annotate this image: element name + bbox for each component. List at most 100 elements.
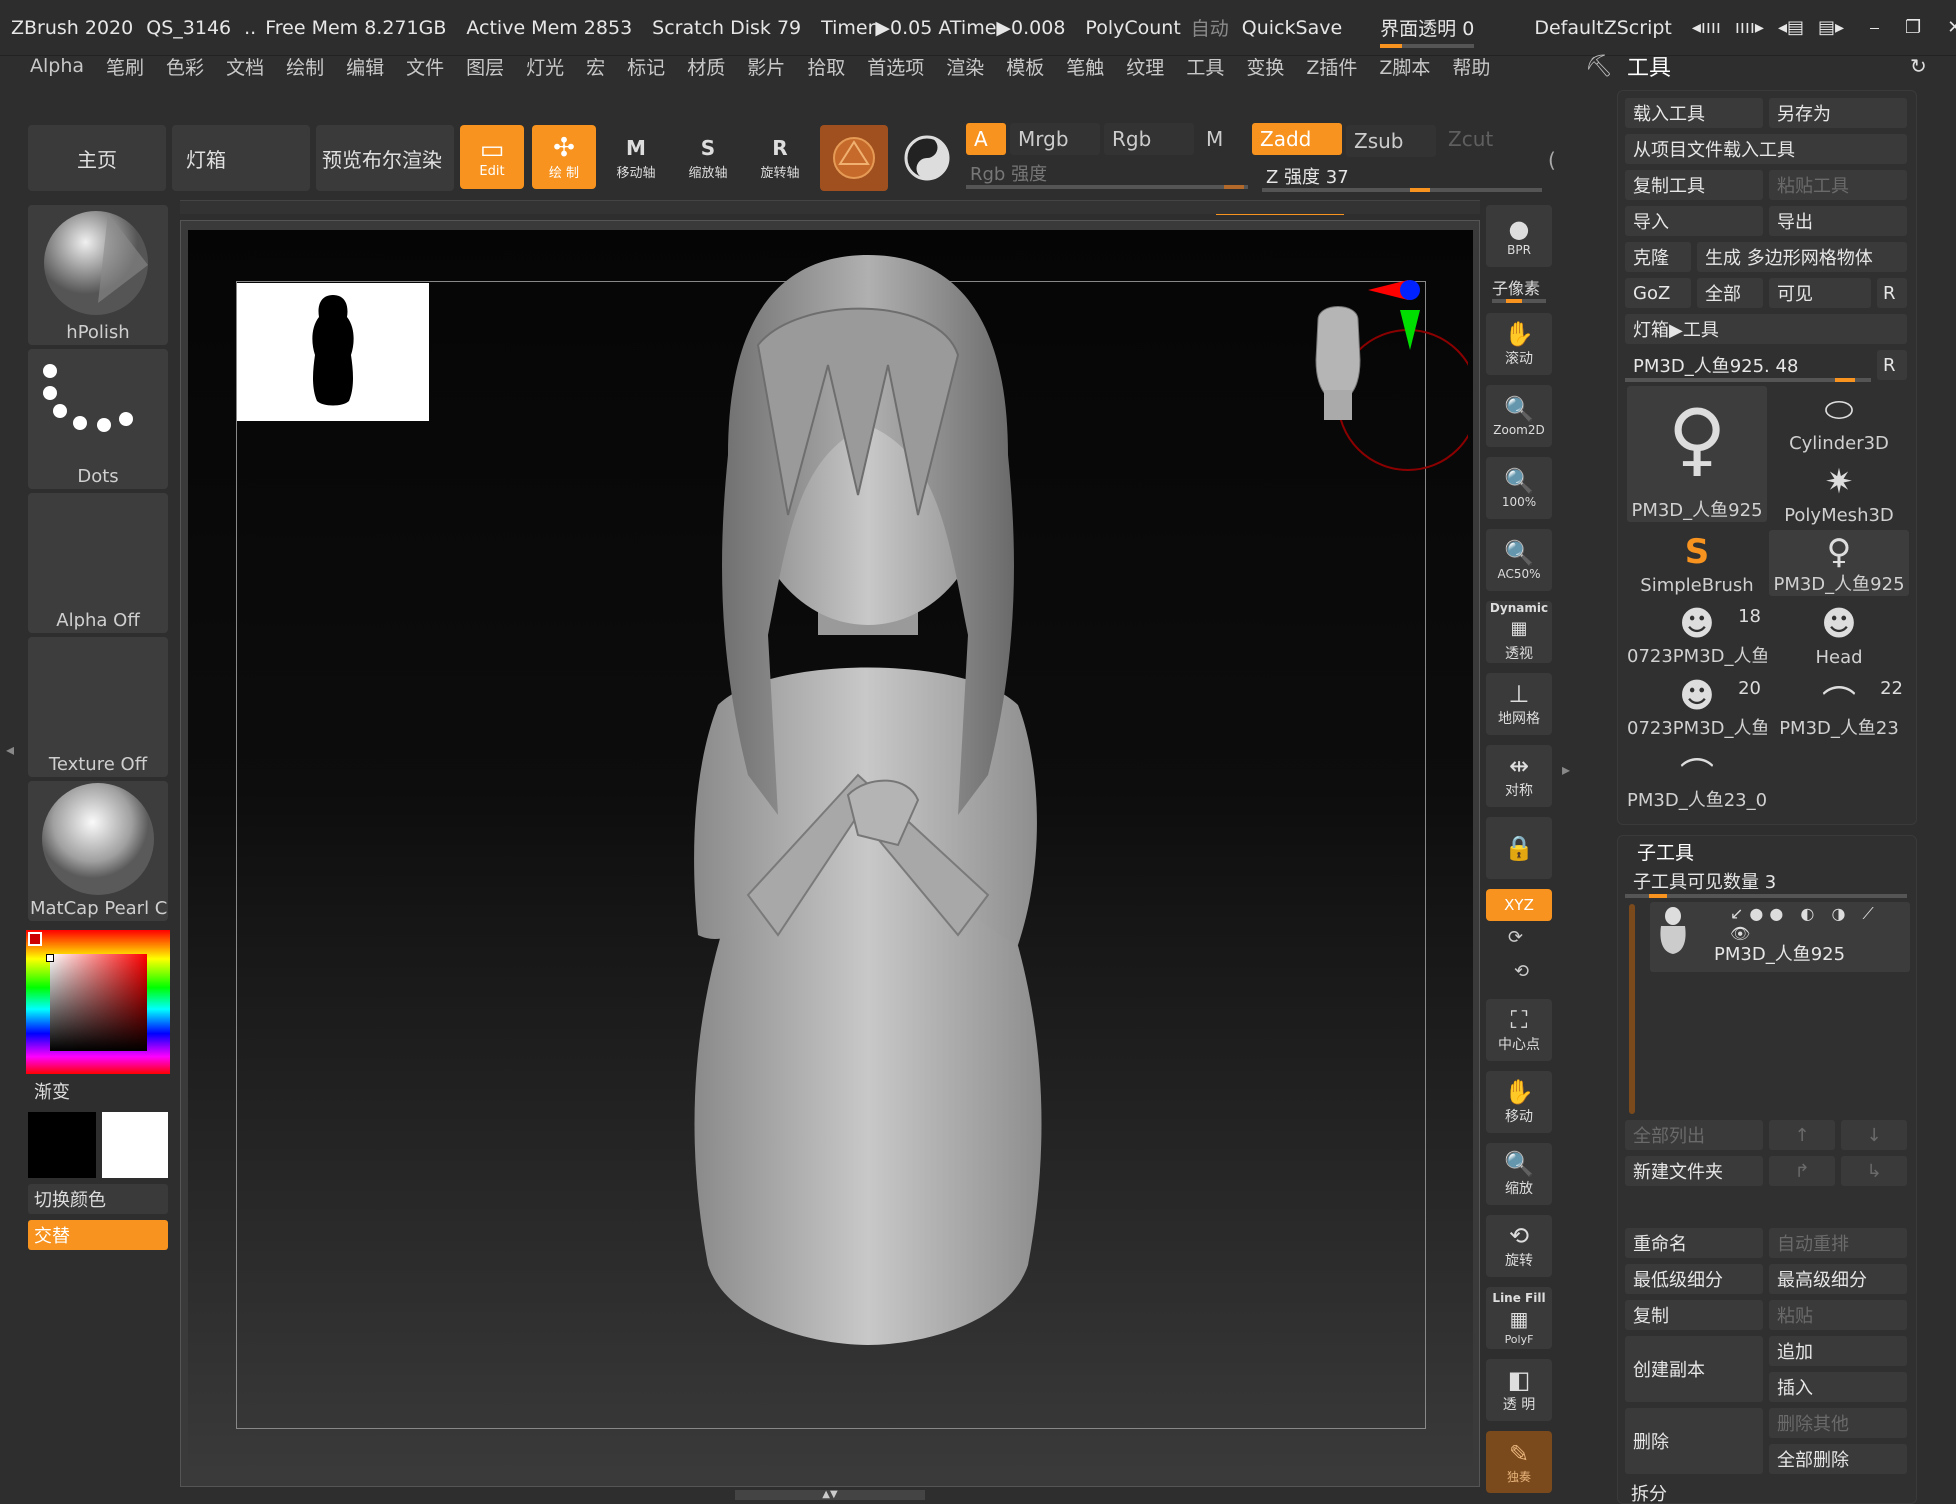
switch-color-button[interactable]: 切换颜色 bbox=[28, 1184, 168, 1214]
menu-item[interactable]: 文件 bbox=[406, 53, 444, 80]
canvas-bottom-handle[interactable]: ▲▼ bbox=[735, 1490, 925, 1500]
expand-ui-icon[interactable]: ıııı▸ bbox=[1735, 17, 1764, 38]
canvas-scrollbar[interactable] bbox=[180, 200, 1480, 214]
menu-item[interactable]: Z插件 bbox=[1306, 53, 1357, 80]
tool-thumbnail[interactable]: S SimpleBrush bbox=[1627, 530, 1767, 596]
local-transform-button[interactable]: 🔒 bbox=[1486, 817, 1552, 879]
perspective-button[interactable]: Dynamic ▦ 透视 bbox=[1486, 601, 1552, 663]
tool-thumbnail[interactable]: ⌒ 22 PM3D_人鱼23 bbox=[1769, 674, 1909, 740]
shelf-scroll-icon[interactable]: ( bbox=[1548, 148, 1556, 172]
highest-subdiv-button[interactable]: 最高级细分 bbox=[1769, 1264, 1907, 1294]
zoom-view-button[interactable]: 🔍 缩放 bbox=[1486, 1143, 1552, 1205]
draw-button[interactable]: ✣ 绘 制 bbox=[532, 125, 596, 189]
layout-right-icon[interactable]: ▤▸ bbox=[1818, 17, 1844, 38]
stroke-selector[interactable]: Dots bbox=[28, 349, 168, 489]
import-button[interactable]: 导入 bbox=[1625, 206, 1763, 236]
insert-button[interactable]: 插入 bbox=[1769, 1372, 1907, 1402]
goz-visible-button[interactable]: 可见 bbox=[1769, 278, 1871, 308]
color-square[interactable] bbox=[50, 954, 147, 1051]
zsub-button[interactable]: Zsub bbox=[1346, 125, 1436, 157]
current-tool-slider[interactable]: PM3D_人鱼925. 48 bbox=[1625, 350, 1871, 382]
gradient-toggle[interactable]: 渐变 bbox=[28, 1076, 168, 1106]
move-into-folder-button[interactable]: ↱ bbox=[1769, 1156, 1835, 1186]
tool-thumbnail[interactable]: ♀ PM3D_人鱼925 bbox=[1769, 530, 1909, 596]
subpixel-slider[interactable] bbox=[1492, 299, 1546, 303]
move-up-button[interactable]: ↑ bbox=[1769, 1120, 1835, 1150]
move-gizmo-button[interactable]: M 移动轴 bbox=[604, 125, 668, 189]
new-folder-button[interactable]: 新建文件夹 bbox=[1625, 1156, 1763, 1186]
color-picker[interactable] bbox=[26, 930, 170, 1074]
right-collapse-handle[interactable]: ▸ bbox=[1562, 760, 1570, 779]
menu-item[interactable]: 材质 bbox=[687, 53, 725, 80]
tool-thumbnail[interactable]: ⬭ Cylinder3D bbox=[1769, 388, 1909, 454]
alternate-button[interactable]: 交替 bbox=[28, 1220, 168, 1250]
tool-thumbnail[interactable]: ✷ PolyMesh3D bbox=[1769, 460, 1909, 526]
load-tool-button[interactable]: 载入工具 bbox=[1625, 98, 1763, 128]
material-swatch-button[interactable] bbox=[820, 125, 888, 191]
main-color-swatch[interactable] bbox=[28, 1112, 96, 1178]
menu-item[interactable]: 模板 bbox=[1006, 53, 1044, 80]
make-polymesh-button[interactable]: 生成 多边形网格物体 bbox=[1697, 242, 1907, 272]
auto-reorder-button[interactable]: 自动重排 bbox=[1769, 1228, 1907, 1258]
copy-subtool-button[interactable]: 复制 bbox=[1625, 1300, 1763, 1330]
clone-button[interactable]: 克隆 bbox=[1625, 242, 1691, 272]
menu-item[interactable]: 编辑 bbox=[346, 53, 384, 80]
menu-item[interactable]: 灯光 bbox=[526, 53, 564, 80]
menu-item[interactable]: 工具 bbox=[1186, 53, 1224, 80]
sculpt-model[interactable] bbox=[618, 255, 1098, 1395]
menu-item[interactable]: 文档 bbox=[226, 53, 264, 80]
brush-selector[interactable]: hPolish bbox=[28, 205, 168, 345]
m-button[interactable]: M bbox=[1198, 123, 1238, 155]
paste-subtool-button[interactable]: 粘贴 bbox=[1769, 1300, 1907, 1330]
menu-item[interactable]: 标记 bbox=[627, 53, 665, 80]
solo-button[interactable]: ✎ 独奏 bbox=[1486, 1431, 1552, 1493]
paste-tool-button[interactable]: 粘贴工具 bbox=[1769, 170, 1907, 200]
subtool-list-scrollbar[interactable] bbox=[1629, 904, 1635, 1114]
delete-other-button[interactable]: 删除其他 bbox=[1769, 1408, 1907, 1438]
a-mode-button[interactable]: A bbox=[966, 123, 1006, 155]
tool-thumbnail[interactable]: ☻ Head bbox=[1769, 602, 1909, 668]
rotate-gizmo-button[interactable]: R 旋转轴 bbox=[748, 125, 812, 189]
rename-button[interactable]: 重命名 bbox=[1625, 1228, 1763, 1258]
left-collapse-handle[interactable]: ◂ bbox=[6, 740, 14, 759]
mrgb-button[interactable]: Mrgb bbox=[1010, 123, 1100, 155]
xyz-rotate-button[interactable]: XYZ bbox=[1486, 889, 1552, 921]
pickup-icon[interactable]: ⛏ bbox=[1585, 54, 1613, 79]
bpr-button[interactable]: ● BPR bbox=[1486, 205, 1552, 267]
navigator-thumbnail[interactable] bbox=[237, 283, 429, 421]
bpr-preview-button[interactable]: 预览布尔渲染 bbox=[316, 125, 454, 191]
interface-transparency-slider[interactable]: 界面透明 0 bbox=[1380, 14, 1475, 48]
goz-r-button[interactable]: R bbox=[1877, 278, 1907, 308]
restore-icon[interactable]: ❐ bbox=[1905, 17, 1921, 38]
transparency-button[interactable]: ◧ 透 明 bbox=[1486, 1359, 1552, 1421]
texture-button[interactable] bbox=[894, 125, 960, 191]
rgb-intensity-slider[interactable] bbox=[966, 185, 1248, 189]
menu-item[interactable]: 笔触 bbox=[1066, 53, 1104, 80]
texture-selector[interactable]: Texture Off bbox=[28, 637, 168, 777]
duplicate-button[interactable]: 创建副本 bbox=[1625, 1336, 1763, 1402]
list-all-button[interactable]: 全部列出 bbox=[1625, 1120, 1763, 1150]
menu-item[interactable]: 帮助 bbox=[1452, 53, 1490, 80]
frame-button[interactable]: ⛶ 中心点 bbox=[1486, 999, 1552, 1061]
quicksave-button[interactable]: QuickSave bbox=[1242, 17, 1342, 39]
menu-item[interactable]: 渲染 bbox=[946, 53, 984, 80]
menu-item[interactable]: Alpha bbox=[30, 55, 84, 77]
edit-button[interactable]: ▭ Edit bbox=[460, 125, 524, 189]
menu-item[interactable]: 首选项 bbox=[867, 53, 924, 80]
load-from-project-button[interactable]: 从项目文件载入工具 bbox=[1625, 134, 1907, 164]
menu-item[interactable]: 绘制 bbox=[286, 53, 324, 80]
antialiased-half-button[interactable]: 🔍 AC50% bbox=[1486, 529, 1552, 591]
goz-button[interactable]: GoZ bbox=[1625, 278, 1691, 308]
orientation-gizmo[interactable] bbox=[1278, 280, 1468, 480]
export-button[interactable]: 导出 bbox=[1769, 206, 1907, 236]
z-intensity-slider[interactable] bbox=[1262, 188, 1542, 192]
lowest-subdiv-button[interactable]: 最低级细分 bbox=[1625, 1264, 1763, 1294]
move-out-folder-button[interactable]: ↳ bbox=[1841, 1156, 1907, 1186]
menu-item[interactable]: 影片 bbox=[747, 53, 785, 80]
y-rotate-icon[interactable]: ⟳ bbox=[1508, 927, 1523, 948]
actual-size-button[interactable]: 🔍 100% bbox=[1486, 457, 1552, 519]
scroll-button[interactable]: ✋ 滚动 bbox=[1486, 313, 1552, 375]
menu-item[interactable]: 拾取 bbox=[807, 53, 845, 80]
menu-item[interactable]: 笔刷 bbox=[106, 53, 144, 80]
layout-left-icon[interactable]: ◂▤ bbox=[1778, 17, 1804, 38]
